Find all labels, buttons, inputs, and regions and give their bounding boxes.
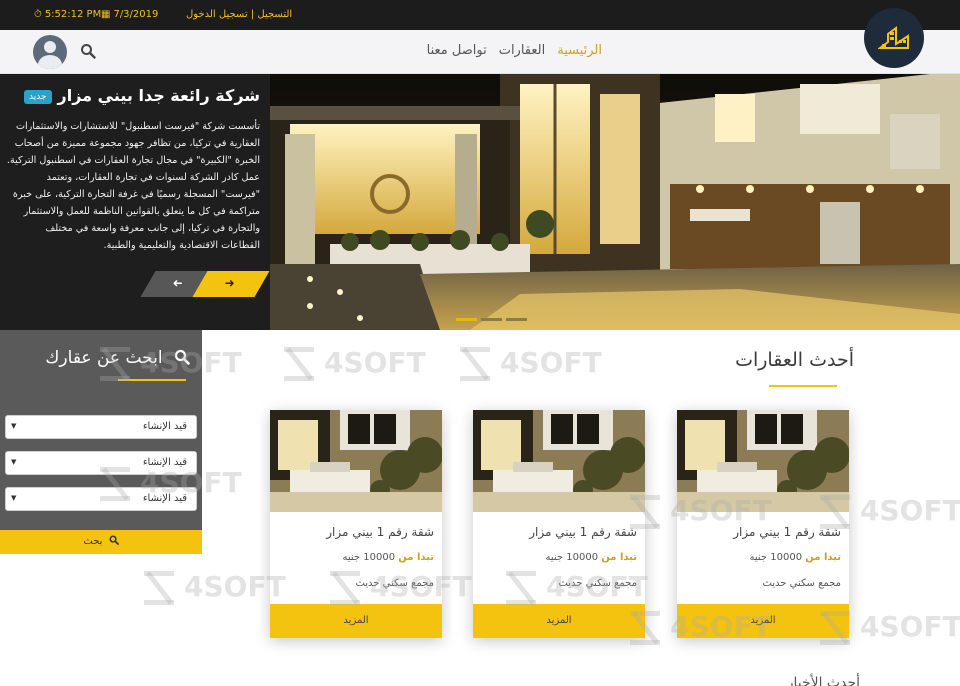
property-image [270, 410, 442, 512]
clock-icon: ⏱ [34, 9, 42, 20]
property-subtitle: مجمع سكني حديث [558, 578, 637, 589]
register-link[interactable]: التسجيل [257, 9, 292, 20]
date: ▦ 7/3/2019 [101, 9, 158, 20]
slider-dots [456, 318, 527, 321]
property-title: شقة رقم 1 بيني مزار [326, 525, 434, 539]
latest-properties-title: أحدث العقارات [735, 349, 854, 371]
status-select-2[interactable]: ▼ قيد الإنشاء [5, 451, 197, 475]
price-currency: جنيه [342, 552, 361, 563]
hero-description: تأسست شركة "فيرست اسطنبول" للاستشارات وا… [6, 121, 260, 251]
site-logo[interactable] [864, 8, 924, 68]
menu-item-properties[interactable]: العقارات [499, 43, 546, 58]
auth-separator: | [250, 9, 255, 20]
arrow-right-icon: ➜ [224, 276, 235, 290]
select-value: قيد الإنشاء [142, 457, 187, 468]
watermark-logo-icon [460, 347, 490, 381]
watermark-logo-icon [284, 347, 314, 381]
hero-title: شركة رائعة جدا بيني مزار جديد [10, 86, 260, 105]
property-image [677, 410, 849, 512]
main-menu: الرئيسية العقارات تواصل معنا [416, 43, 602, 58]
slider-dot[interactable] [506, 318, 527, 321]
caret-down-icon: ▼ [11, 494, 17, 502]
property-card[interactable]: شقة رقم 1 بيني مزار تبدا من 10000 جنيه م… [270, 410, 442, 638]
arrow-left-icon: ➜ [172, 276, 183, 290]
more-button[interactable]: المزيد [270, 604, 442, 638]
watermark-text: 4SOFT [324, 346, 426, 379]
property-subtitle: مجمع سكني حديث [355, 578, 434, 589]
title-underline [118, 379, 186, 381]
search-panel-title-text: ابحث عن عقارك [45, 348, 163, 368]
property-card[interactable]: شقة رقم 1 بيني مزار تبدا من 10000 جنيه م… [473, 410, 645, 638]
watermark: 4SOFT [460, 346, 602, 381]
hero-slider: شركة رائعة جدا بيني مزار جديد تأسست شركة … [0, 74, 960, 330]
menu-item-home[interactable]: الرئيسية [557, 43, 602, 58]
slider-dot[interactable] [481, 318, 502, 321]
property-image [473, 410, 645, 512]
price-currency: جنيه [749, 552, 768, 563]
main-navbar: الرئيسية العقارات تواصل معنا [0, 30, 960, 74]
watermark: 4SOFT [144, 570, 286, 605]
watermark-text: 4SOFT [860, 610, 960, 643]
hero-caption-panel: شركة رائعة جدا بيني مزار جديد تأسست شركة … [0, 74, 270, 330]
price-currency: جنيه [545, 552, 564, 563]
calendar-icon: ▦ [101, 9, 111, 20]
watermark: 4SOFT [284, 346, 426, 381]
price-value: 10000 [770, 552, 803, 563]
select-value: قيد الإنشاء [142, 493, 187, 504]
status-select-3[interactable]: ▼ قيد الإنشاء [5, 487, 197, 511]
property-card[interactable]: شقة رقم 1 بيني مزار تبدا من 10000 جنيه م… [677, 410, 849, 638]
title-underline [769, 385, 837, 387]
time-text: 5:52:12 PM [44, 9, 102, 20]
property-price: تبدا من 10000 جنيه [278, 552, 434, 563]
search-button[interactable]: بحث [0, 530, 202, 554]
search-panel-title: ابحث عن عقارك [40, 348, 190, 368]
buildings-logo-icon [878, 26, 909, 49]
clock: ⏱ 5:52:12 PM [34, 9, 101, 20]
login-link[interactable]: تسجيل الدخول [186, 9, 248, 20]
property-title: شقة رقم 1 بيني مزار [529, 525, 637, 539]
new-badge: جديد [23, 89, 52, 104]
search-icon [174, 349, 190, 365]
next-section-title: أحدث الأخبار [786, 675, 860, 686]
caret-down-icon: ▼ [11, 422, 17, 430]
slider-next-button[interactable]: ➜ [192, 271, 270, 297]
price-from-label: تبدا من [601, 552, 637, 563]
price-value: 10000 [363, 552, 396, 563]
property-price: تبدا من 10000 جنيه [685, 552, 841, 563]
search-icon [109, 535, 119, 545]
user-avatar[interactable] [33, 35, 67, 69]
property-search-panel: ابحث عن عقارك ▼ قيد الإنشاء ▼ قيد الإنشا… [0, 330, 202, 554]
status-select-1[interactable]: ▼ قيد الإنشاء [5, 415, 197, 439]
select-value: قيد الإنشاء [142, 421, 187, 432]
watermark-text: 4SOFT [860, 494, 960, 527]
hero-title-text: شركة رائعة جدا بيني مزار [57, 86, 260, 105]
slider-dot[interactable] [456, 318, 477, 321]
search-icon[interactable] [80, 43, 96, 59]
property-title: شقة رقم 1 بيني مزار [733, 525, 841, 539]
hero-house-image [270, 74, 960, 330]
menu-item-contact[interactable]: تواصل معنا [427, 43, 487, 58]
price-from-label: تبدا من [805, 552, 841, 563]
slider-arrows: ➜ ➜ [140, 271, 270, 297]
top-bar: ⏱ 5:52:12 PM ▦ 7/3/2019 التسجيل | تسجيل ال… [0, 0, 960, 30]
watermark-logo-icon [144, 571, 174, 605]
caret-down-icon: ▼ [11, 458, 17, 466]
auth-links: التسجيل | تسجيل الدخول [186, 9, 292, 20]
watermark-text: 4SOFT [500, 346, 602, 379]
price-value: 10000 [566, 552, 599, 563]
property-price: تبدا من 10000 جنيه [481, 552, 637, 563]
more-button[interactable]: المزيد [677, 604, 849, 638]
search-button-label: بحث [83, 536, 103, 547]
more-button[interactable]: المزيد [473, 604, 645, 638]
price-from-label: تبدا من [398, 552, 434, 563]
date-text: 7/3/2019 [113, 9, 159, 20]
property-subtitle: مجمع سكني حديث [762, 578, 841, 589]
